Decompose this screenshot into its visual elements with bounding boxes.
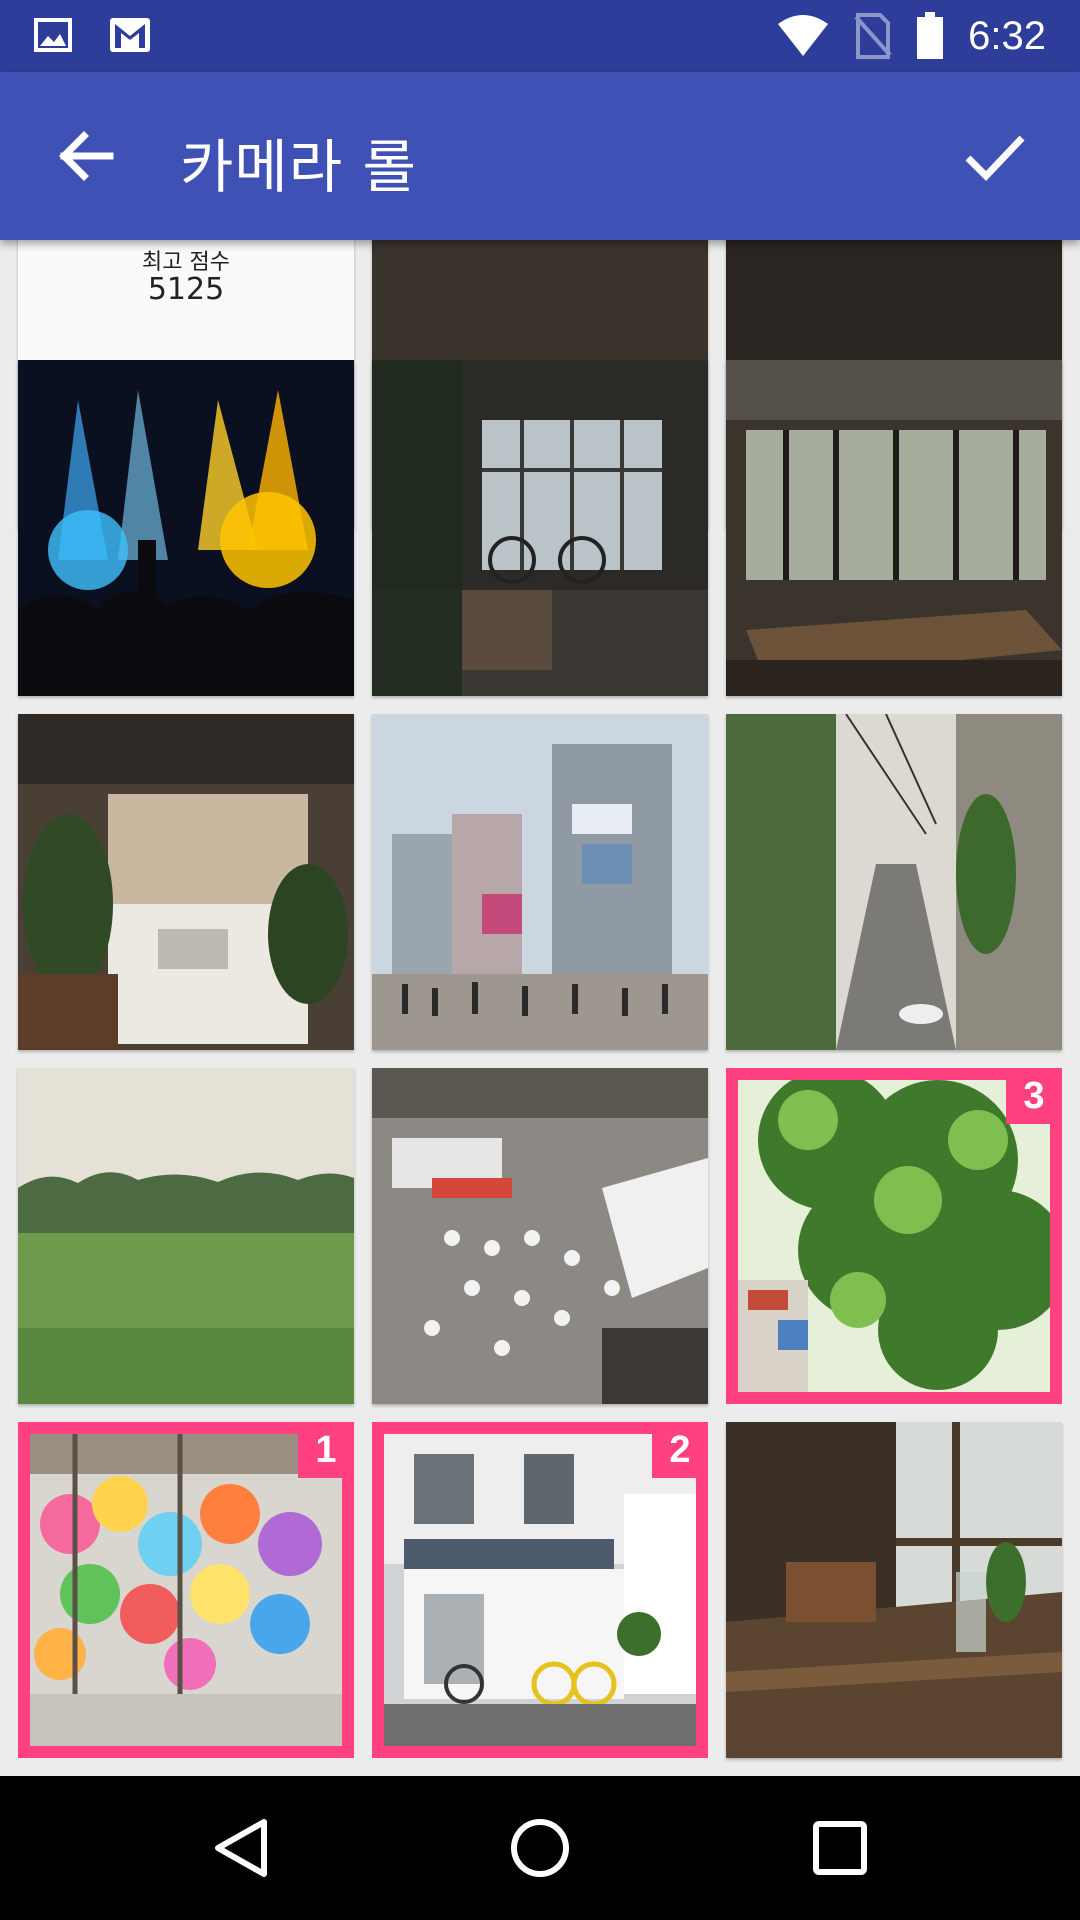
photo-cafe-monobloc bbox=[18, 714, 354, 1050]
photo-park-lawn bbox=[18, 1068, 354, 1404]
home-nav-icon[interactable] bbox=[508, 1816, 572, 1880]
page-title: 카메라 롤 bbox=[180, 133, 417, 201]
photo-thumbnail[interactable] bbox=[726, 714, 1062, 1050]
recents-nav-icon[interactable] bbox=[808, 1816, 872, 1880]
arrow-back-icon[interactable] bbox=[54, 124, 118, 188]
photo-wooden-table-window bbox=[726, 1422, 1062, 1758]
photo-shibuya-crossing bbox=[372, 714, 708, 1050]
photo-grid: 최고 점수 5125 3 1 2 bbox=[0, 240, 1080, 1778]
status-bar: 6:32 bbox=[0, 0, 1080, 72]
no-sim-icon bbox=[854, 13, 892, 59]
navigation-bar bbox=[0, 1776, 1080, 1920]
photo-thumbnail[interactable] bbox=[372, 1068, 708, 1404]
photo-thumbnail[interactable] bbox=[726, 1422, 1062, 1758]
gmail-icon bbox=[110, 18, 150, 52]
photo-plaza-tables bbox=[372, 1068, 708, 1404]
battery-icon bbox=[917, 12, 944, 59]
gallery-icon bbox=[34, 18, 72, 52]
photo-colorful-window bbox=[30, 1434, 342, 1746]
photo-thumbnail-selected[interactable]: 3 bbox=[726, 1068, 1062, 1404]
photo-thumbnail[interactable] bbox=[726, 360, 1062, 696]
photo-cafe-bicycle-window bbox=[372, 360, 708, 696]
photo-concert-stage bbox=[18, 360, 354, 696]
selection-badge: 3 bbox=[1006, 1068, 1062, 1124]
photo-thumbnail[interactable] bbox=[18, 360, 354, 696]
check-icon[interactable] bbox=[962, 124, 1026, 188]
photo-thumbnail[interactable] bbox=[18, 714, 354, 1050]
photo-thumbnail[interactable] bbox=[18, 1068, 354, 1404]
photo-thumbnail[interactable] bbox=[372, 714, 708, 1050]
photo-glass-cafe-tables bbox=[726, 360, 1062, 696]
selection-badge: 1 bbox=[298, 1422, 354, 1478]
photo-narrow-alley-plants bbox=[726, 714, 1062, 1050]
back-nav-icon[interactable] bbox=[210, 1816, 274, 1880]
wifi-icon bbox=[778, 15, 829, 56]
photo-super-store bbox=[384, 1434, 696, 1746]
photo-green-leaves bbox=[738, 1080, 1050, 1392]
score-value: 5125 bbox=[147, 272, 225, 307]
status-time: 6:32 bbox=[968, 13, 1046, 58]
selection-badge: 2 bbox=[652, 1422, 708, 1478]
photo-thumbnail-selected[interactable]: 1 bbox=[18, 1422, 354, 1758]
photo-thumbnail-selected[interactable]: 2 bbox=[372, 1422, 708, 1758]
photo-thumbnail[interactable] bbox=[372, 360, 708, 696]
app-bar: 카메라 롤 bbox=[0, 72, 1080, 240]
